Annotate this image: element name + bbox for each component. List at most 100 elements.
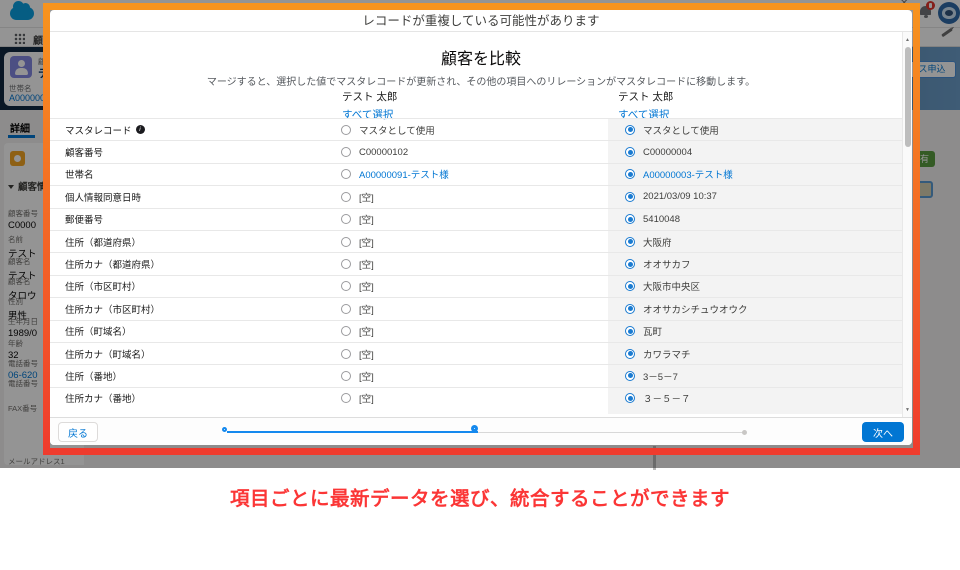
field-label: 住所カナ（番地） bbox=[50, 388, 335, 409]
candidate-cell: [空] bbox=[335, 209, 608, 230]
master-radio-selected[interactable] bbox=[625, 169, 635, 179]
candidate-cell: [空] bbox=[335, 343, 608, 364]
comparison-row: 住所カナ（町域名） [空] カワラマチ bbox=[50, 342, 902, 364]
candidate-value: [空] bbox=[359, 302, 374, 316]
candidate-radio[interactable] bbox=[341, 349, 351, 359]
progress-step2-current-dot bbox=[471, 425, 478, 432]
comparison-row: マスタレコードマスタとして使用マスタとして使用 bbox=[50, 118, 902, 140]
master-radio-selected[interactable] bbox=[625, 281, 635, 291]
master-radio-selected[interactable] bbox=[625, 237, 635, 247]
master-value: マスタとして使用 bbox=[643, 123, 719, 137]
candidate-value: [空] bbox=[359, 324, 374, 338]
candidate-radio[interactable] bbox=[341, 326, 351, 336]
master-radio-selected[interactable] bbox=[625, 304, 635, 314]
master-value: カワラマチ bbox=[643, 347, 691, 361]
master-record-name: テスト 太郎 bbox=[618, 89, 673, 104]
candidate-value: [空] bbox=[359, 347, 374, 361]
master-value: 大阪市中央区 bbox=[643, 279, 700, 293]
master-radio-selected[interactable] bbox=[625, 192, 635, 202]
comparison-row: 住所（都道府県）[空]大阪府 bbox=[50, 230, 902, 252]
scrollbar[interactable]: ▲ ▼ bbox=[902, 32, 912, 417]
candidate-value: [空] bbox=[359, 212, 374, 226]
candidate-radio[interactable] bbox=[341, 393, 351, 403]
comparison-row: 住所（町域名） [空] 瓦町 bbox=[50, 320, 902, 342]
comparison-row: 世帯名 A00000091-テスト様 A00000003-テスト様 bbox=[50, 163, 902, 185]
candidate-radio[interactable] bbox=[341, 281, 351, 291]
master-radio-selected[interactable] bbox=[625, 147, 635, 157]
master-radio-selected[interactable] bbox=[625, 214, 635, 224]
field-label: 世帯名 bbox=[50, 164, 335, 185]
scrollbar-up-icon[interactable]: ▲ bbox=[903, 35, 912, 45]
candidate-radio[interactable] bbox=[341, 214, 351, 224]
master-value: 3－5－7 bbox=[643, 369, 678, 383]
next-button[interactable]: 次へ bbox=[862, 422, 904, 442]
candidate-radio[interactable] bbox=[341, 192, 351, 202]
close-icon[interactable]: ✕ bbox=[900, 0, 908, 9]
candidate-radio[interactable] bbox=[341, 371, 351, 381]
table-end-spacer bbox=[50, 409, 902, 414]
field-label: 郵便番号 bbox=[50, 209, 335, 230]
candidate-radio[interactable] bbox=[341, 147, 351, 157]
field-label: 住所カナ（町域名） bbox=[50, 343, 335, 364]
master-value: 2021/03/09 10:37 bbox=[643, 191, 717, 202]
master-radio-selected[interactable] bbox=[625, 326, 635, 336]
master-cell: オオサカフ bbox=[608, 253, 902, 274]
candidate-cell: [空] bbox=[335, 388, 608, 409]
master-radio-selected[interactable] bbox=[625, 393, 635, 403]
master-value[interactable]: A00000003-テスト様 bbox=[643, 167, 733, 181]
comparison-row: 住所カナ（市区町村） [空] オオサカシチュウオウク bbox=[50, 297, 902, 319]
master-cell: 5410048 bbox=[608, 209, 902, 230]
master-value: オオサカフ bbox=[643, 257, 691, 271]
candidate-cell: [空] bbox=[335, 253, 608, 274]
field-label: 住所（町域名） bbox=[50, 321, 335, 342]
master-value: C00000004 bbox=[643, 147, 692, 158]
candidate-radio[interactable] bbox=[341, 237, 351, 247]
progress-line-done bbox=[227, 431, 478, 433]
candidate-record-name: テスト 太郎 bbox=[342, 89, 397, 104]
master-cell: C00000004 bbox=[608, 141, 902, 162]
candidate-cell: [空] bbox=[335, 365, 608, 386]
master-cell: ３－５－７ bbox=[608, 388, 902, 409]
scrollbar-thumb[interactable] bbox=[905, 47, 911, 147]
master-cell: カワラマチ bbox=[608, 343, 902, 364]
field-label: 住所カナ（都道府県） bbox=[50, 253, 335, 274]
candidate-radio[interactable] bbox=[341, 259, 351, 269]
master-radio-selected[interactable] bbox=[625, 371, 635, 381]
info-icon[interactable] bbox=[136, 125, 145, 134]
scrollbar-down-icon[interactable]: ▼ bbox=[903, 405, 912, 415]
master-cell: 3－5－7 bbox=[608, 365, 902, 386]
back-button[interactable]: 戻る bbox=[58, 422, 98, 442]
comparison-row: 住所カナ（番地）[空] ３－５－７ bbox=[50, 387, 902, 409]
candidate-radio[interactable] bbox=[341, 304, 351, 314]
field-label: 個人情報同意日時 bbox=[50, 186, 335, 207]
master-radio-selected[interactable] bbox=[625, 349, 635, 359]
master-value: 瓦町 bbox=[643, 324, 662, 338]
candidate-cell: [空] bbox=[335, 298, 608, 319]
modal-body: 顧客を比較 マージすると、選択した値でマスタレコードが更新され、その他の項目への… bbox=[50, 32, 912, 417]
field-label: マスタレコード bbox=[50, 119, 335, 140]
modal-footer: 戻る 次へ bbox=[50, 417, 912, 445]
candidate-value: [空] bbox=[359, 369, 374, 383]
candidate-cell: A00000091-テスト様 bbox=[335, 164, 608, 185]
field-label: 住所カナ（市区町村） bbox=[50, 298, 335, 319]
compare-description: マージすると、選択した値でマスタレコードが更新され、その他の項目へのリレーション… bbox=[50, 69, 912, 88]
candidate-cell: [空] bbox=[335, 321, 608, 342]
comparison-row: 個人情報同意日時 [空] 2021/03/09 10:37 bbox=[50, 185, 902, 207]
master-value: 大阪府 bbox=[643, 235, 672, 249]
master-value: ３－５－７ bbox=[643, 391, 691, 405]
master-radio-selected[interactable] bbox=[625, 259, 635, 269]
candidate-value[interactable]: A00000091-テスト様 bbox=[359, 167, 449, 181]
master-radio-selected[interactable] bbox=[625, 125, 635, 135]
master-cell: A00000003-テスト様 bbox=[608, 164, 902, 185]
candidate-cell: マスタとして使用 bbox=[335, 119, 608, 140]
candidate-value: [空] bbox=[359, 257, 374, 271]
candidate-value: [空] bbox=[359, 279, 374, 293]
master-cell: 大阪市中央区 bbox=[608, 276, 902, 297]
candidate-value: [空] bbox=[359, 190, 374, 204]
master-value: オオサカシチュウオウク bbox=[643, 302, 748, 316]
progress-step1-dot bbox=[222, 427, 227, 432]
candidate-radio[interactable] bbox=[341, 125, 351, 135]
comparison-row: 住所カナ（都道府県） [空] オオサカフ bbox=[50, 252, 902, 274]
candidate-value: C00000102 bbox=[359, 147, 408, 158]
candidate-radio[interactable] bbox=[341, 169, 351, 179]
